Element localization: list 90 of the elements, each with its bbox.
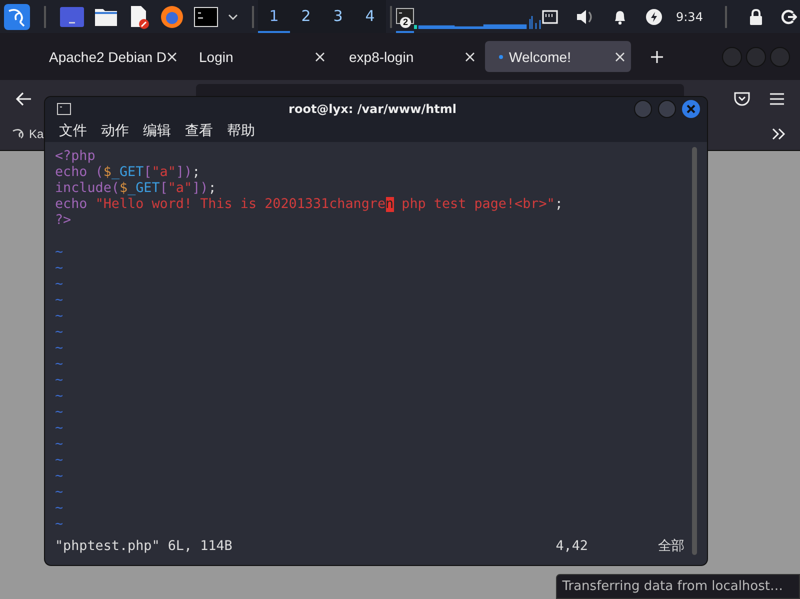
empty-line-marker: ~ [55,325,64,340]
window-title: root@lyx: /var/www/html [288,102,458,116]
terminal-icon [396,8,414,24]
dragon-icon [12,126,26,140]
file-info: "phptest.php" 6L, 114B [55,539,232,555]
browser-tab[interactable]: exp8-login [335,41,481,72]
close-icon[interactable] [166,52,177,62]
workspace-button[interactable]: 2 [290,0,322,33]
code-token: include( [55,181,120,196]
folder-icon[interactable] [94,6,118,26]
network-icon[interactable] [542,10,558,24]
pocket-icon[interactable] [734,92,750,106]
tab-title: exp8-login [349,48,415,64]
code-token: echo [55,197,88,212]
empty-line-marker: ~ [55,293,64,308]
code-token: ?> [55,213,72,228]
status-tooltip: Transferring data from localhost… [556,574,800,599]
workspace-button[interactable]: 3 [322,0,354,33]
tab-title: Login [199,48,234,64]
code-token: _GET [111,165,144,180]
empty-line-marker: ~ [55,501,64,516]
code-token: _GET [128,181,160,196]
empty-line-marker: ~ [55,373,64,388]
empty-line-marker: ~ [55,437,64,452]
tab-title: Apache2 Debian D [49,48,167,64]
code-token: ; [192,165,200,180]
code-token: <?php [55,149,96,164]
code-token: ; [554,197,563,212]
empty-line-marker: ~ [55,309,64,324]
code-token: "a" [168,181,192,196]
code-token: "Hello word! This is 20201331changre [95,197,386,212]
text-cursor: n [386,197,394,212]
code-token: $ [120,181,128,196]
empty-line-marker: ~ [55,357,64,372]
power-icon[interactable] [646,8,662,24]
bell-icon[interactable] [612,8,628,24]
terminal-icon[interactable] [194,6,218,26]
scroll-position: 全部 [658,539,684,555]
close-icon[interactable] [465,52,475,62]
browser-icon[interactable] [160,4,184,28]
menu-item[interactable]: 查看 [185,122,213,140]
code-token: [ [160,181,168,196]
browser-tab[interactable]: Apache2 Debian D [35,41,181,72]
close-icon[interactable] [615,52,625,62]
volume-icon[interactable] [576,8,594,24]
menu-icon[interactable] [770,92,784,104]
browser-tab[interactable]: Welcome! [485,41,631,72]
back-icon[interactable] [16,92,32,106]
close-icon[interactable] [315,52,325,62]
empty-line-marker: ~ [55,517,64,532]
empty-line-marker: ~ [55,389,64,404]
empty-line-marker: ~ [55,421,64,436]
terminal-icon [57,102,71,115]
code-token: ]) [176,165,192,180]
empty-line-marker: ~ [55,485,64,500]
code-token: ; [208,181,216,196]
count-badge: 2 [400,17,411,28]
empty-line-marker: ~ [55,261,64,276]
clock-text: 9:34 [676,10,703,24]
cursor-position: 4,42 [556,539,588,555]
empty-line-marker: ~ [55,245,64,260]
logout-icon[interactable] [780,8,797,24]
empty-line-marker: ~ [55,277,64,292]
chevron-down-icon[interactable] [228,14,238,20]
menu-item[interactable]: 编辑 [143,122,171,140]
workspace-button[interactable]: 4 [354,0,386,33]
tab-title: Welcome! [509,48,572,64]
code-token: php test page!<br>" [400,197,555,212]
bookmark-link[interactable]: Ka [29,126,44,140]
empty-line-marker: ~ [55,405,64,420]
empty-line-marker: ~ [55,453,64,468]
window-icon[interactable] [60,6,84,26]
chevron-right-icon[interactable] [772,128,786,140]
code-token: echo ( [55,165,104,180]
document-edit-icon[interactable] [128,4,150,28]
menu-item[interactable]: 动作 [101,122,129,140]
dragon-logo-icon[interactable] [4,4,30,30]
code-token: "a" [152,165,176,180]
new-tab-icon[interactable] [651,50,663,62]
menu-item[interactable]: 帮助 [227,122,255,140]
loading-dot-icon [499,54,503,58]
empty-line-marker: ~ [55,469,64,484]
code-token: [ [144,165,152,180]
code-token: $ [103,165,112,180]
browser-tab[interactable]: Login [185,41,331,72]
menu-item[interactable]: 文件 [59,122,87,140]
empty-line-marker: ~ [55,341,64,356]
lock-icon[interactable] [748,8,763,24]
code-token: ]) [192,181,208,196]
scrollbar[interactable] [692,147,697,555]
